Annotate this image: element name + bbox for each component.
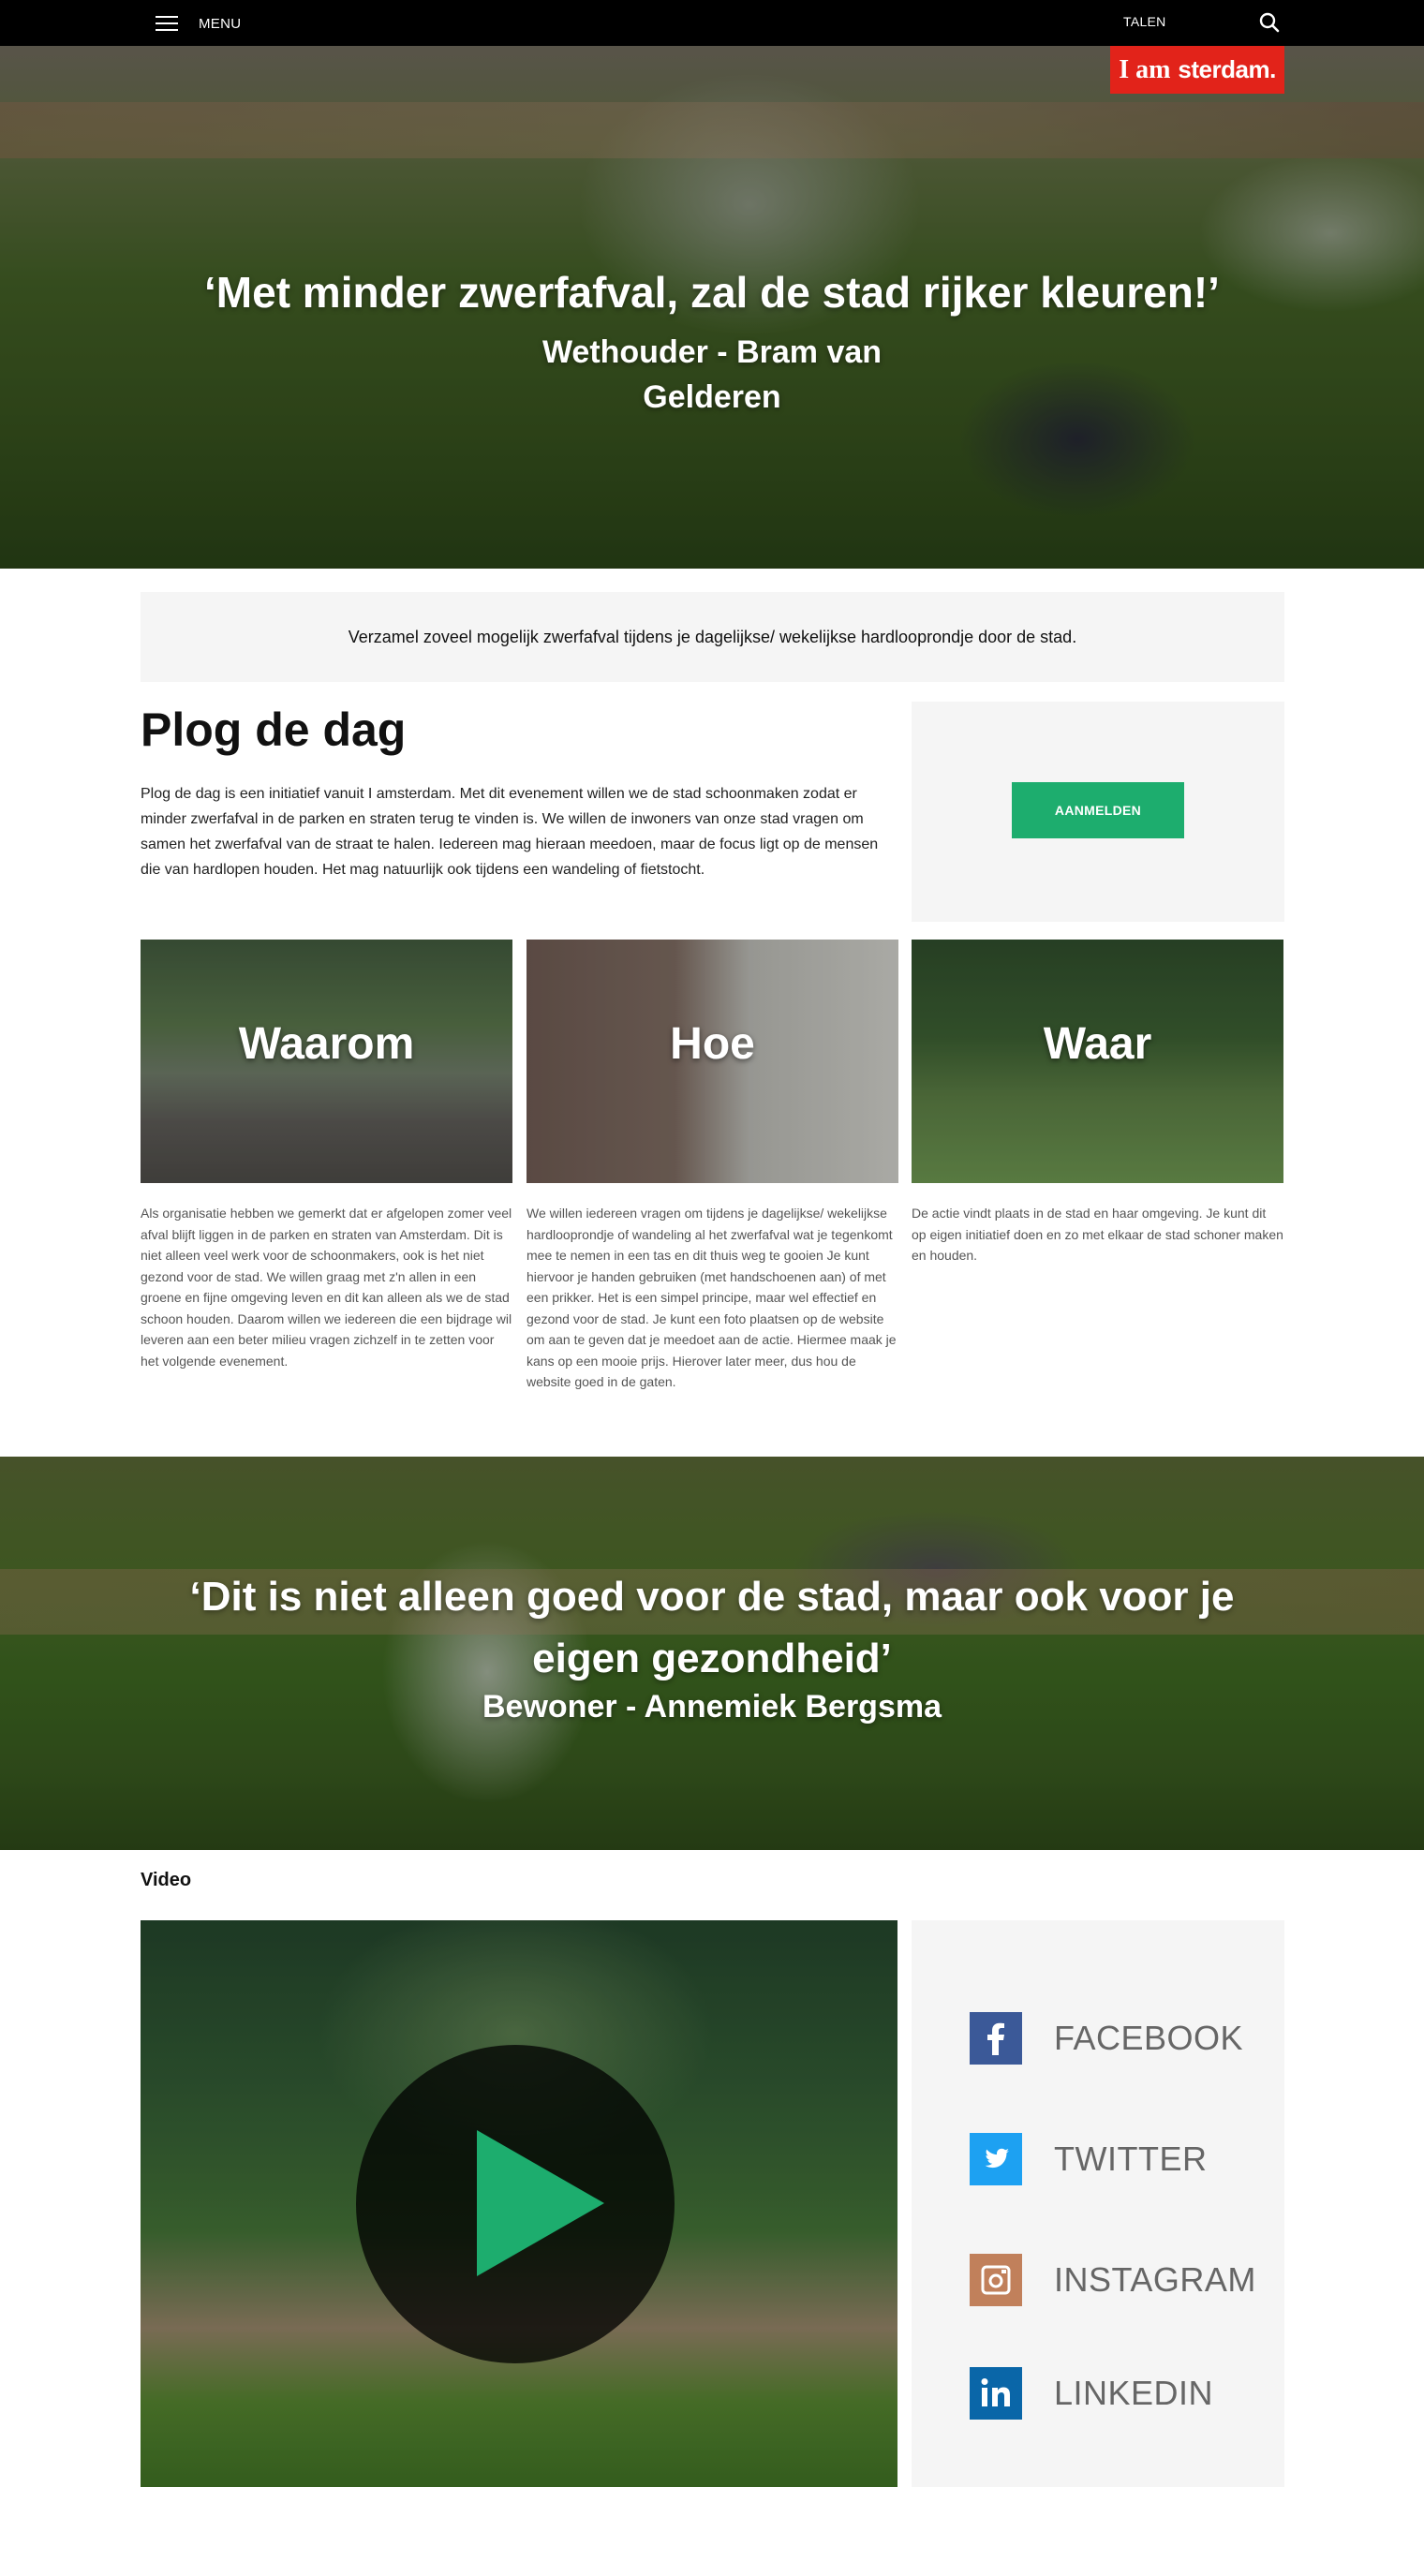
instagram-label: INSTAGRAM xyxy=(1054,2260,1256,2299)
twitter-icon xyxy=(970,2133,1022,2185)
languages-button[interactable]: TALEN xyxy=(1123,14,1166,29)
banner-quote: ‘Dit is niet alleen goed voor de stad, m… xyxy=(189,1574,1235,1681)
page: MENU TALEN I am sterdam. ‘Met minder zwe… xyxy=(0,0,1424,2576)
menu-label: MENU xyxy=(199,15,242,32)
page-title: Plog de dag xyxy=(141,703,407,756)
facebook-icon xyxy=(970,2012,1022,2065)
quote-banner: ‘Dit is niet alleen goed voor de stad, m… xyxy=(0,1457,1424,1850)
hero-quote: ‘Met minder zwerfafval, zal de stad rijk… xyxy=(204,268,1220,317)
video-player[interactable] xyxy=(141,1920,897,2487)
logo-text-part1: I am xyxy=(1119,54,1171,84)
instagram-icon xyxy=(970,2254,1022,2306)
social-panel: FACEBOOK TWITTER INSTAGRAM LINKEDIN xyxy=(912,1920,1284,2487)
linkedin-label: LINKEDIN xyxy=(1054,2374,1214,2412)
card-waarom-title: Waarom xyxy=(238,1019,415,1069)
social-link-twitter[interactable]: TWITTER xyxy=(970,2133,1207,2185)
card-waar-title: Waar xyxy=(1043,1019,1152,1069)
card-hoe-text: We willen iedereen vragen om tijdens je … xyxy=(527,1206,897,1389)
card-hoe-image[interactable]: Hoe xyxy=(527,940,898,1183)
i-amsterdam-logo[interactable]: I am sterdam. xyxy=(1110,46,1284,94)
hero-author-line1: Wethouder - Bram van xyxy=(541,334,883,370)
hero-author: Wethouder - Bram van Gelderen xyxy=(525,330,899,420)
card-waarom-text: Als organisatie hebben we gemerkt dat er… xyxy=(141,1206,512,1369)
play-icon[interactable] xyxy=(477,2130,604,2276)
hero-author-line2: Gelderen xyxy=(643,379,781,415)
social-link-instagram[interactable]: INSTAGRAM xyxy=(970,2254,1256,2306)
banner-author: Bewoner - Annemiek Bergsma xyxy=(482,1689,942,1725)
signup-panel: AANMELDEN xyxy=(912,702,1284,922)
signup-button[interactable]: AANMELDEN xyxy=(1012,782,1184,838)
social-link-linkedin[interactable]: LINKEDIN xyxy=(970,2367,1213,2420)
top-navigation-bar: MENU TALEN xyxy=(0,0,1424,46)
search-icon[interactable] xyxy=(1258,11,1281,34)
twitter-label: TWITTER xyxy=(1054,2139,1208,2178)
intro-text: Verzamel zoveel mogelijk zwerfafval tijd… xyxy=(348,627,1077,646)
card-waarom-image[interactable]: Waarom xyxy=(141,940,512,1183)
social-link-facebook[interactable]: FACEBOOK xyxy=(970,2012,1243,2065)
card-waar-text: De actie vindt plaats in de stad en haar… xyxy=(912,1206,1283,1263)
video-heading: Video xyxy=(141,1870,192,1890)
hero-banner: ‘Met minder zwerfafval, zal de stad rijk… xyxy=(0,46,1424,569)
intro-strip: Verzamel zoveel mogelijk zwerfafval tijd… xyxy=(141,592,1284,682)
linkedin-icon xyxy=(970,2367,1022,2420)
logo-text-part2: sterdam. xyxy=(1178,55,1276,83)
intro-paragraph: Plog de dag is een initiatief vanuit I a… xyxy=(141,786,879,878)
card-waar-image[interactable]: Waar xyxy=(912,940,1283,1183)
card-hoe-title: Hoe xyxy=(670,1019,755,1069)
hamburger-icon xyxy=(156,15,178,32)
facebook-label: FACEBOOK xyxy=(1054,2019,1244,2057)
menu-button[interactable]: MENU xyxy=(156,9,241,37)
